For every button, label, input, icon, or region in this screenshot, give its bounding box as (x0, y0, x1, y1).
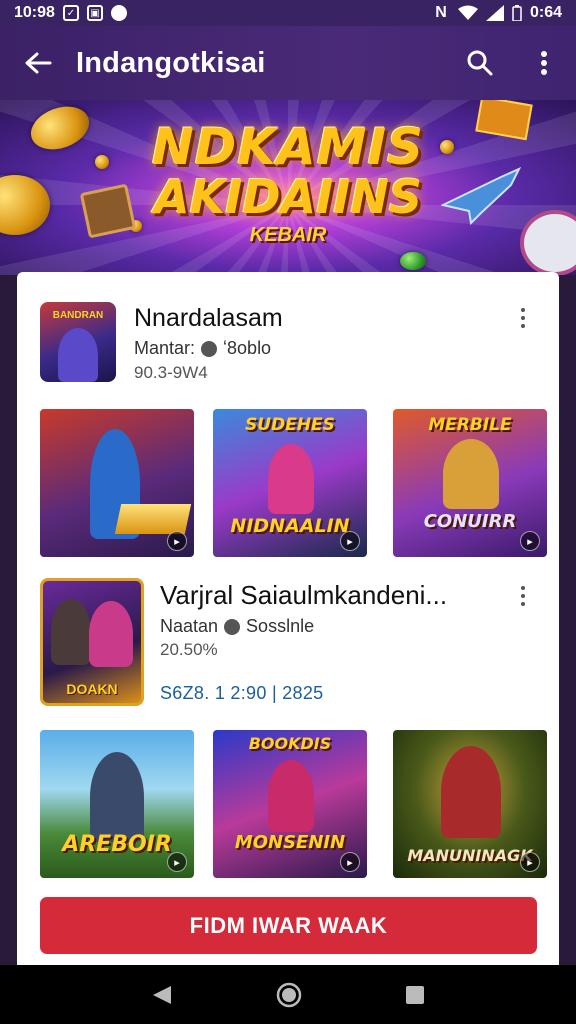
thumb-top-label: MERBILE (428, 415, 512, 435)
search-icon (467, 50, 493, 76)
character-figure (90, 752, 144, 842)
app-rating: Sosslnle (246, 616, 315, 636)
app-developer: Naatan Sosslnle (160, 616, 314, 637)
app-icon[interactable]: DOAKN (40, 578, 144, 706)
back-button[interactable] (0, 51, 76, 75)
play-badge-icon: ▸ (340, 531, 360, 551)
signal-icon (485, 5, 504, 21)
app-more-button[interactable] (513, 582, 533, 610)
rating-icon (224, 618, 241, 635)
page-title: Indangotkisai (76, 46, 266, 79)
app-rating: ʻ8oblo (223, 338, 272, 358)
install-button[interactable]: FIDM IWAR WAAK (40, 897, 537, 954)
app-size: 90.3-9W4 (134, 363, 208, 382)
gallery-icon: ▣ (86, 5, 103, 21)
promo-banner[interactable]: NDKAMIS AKIDAIINS KEBAIR (0, 100, 576, 275)
app-release-date: S6Z8. 1 2:90 | 2825 (160, 683, 324, 703)
battery-icon (512, 5, 522, 21)
thumb-top-label: BOOKDIS (248, 734, 332, 753)
status-bar: 10:98 ✓ ▣ N 0:64 (0, 0, 576, 26)
app-icon-label: DOAKN (66, 681, 118, 697)
app-title[interactable]: Varjral Saiaulmkandeni... (160, 580, 447, 611)
screenshot-thumb[interactable]: MANUNINAGK ▸ (393, 730, 547, 878)
app-developer-label: Mantar: (134, 338, 196, 358)
character-figure (441, 746, 501, 838)
rating-icon (201, 340, 218, 357)
coin-icon (400, 252, 426, 270)
more-vert-icon (541, 51, 547, 75)
app-developer: Mantar: ʻ8oblo (134, 338, 271, 359)
notification-icon: ✓ (62, 5, 79, 21)
play-badge-icon: ▸ (167, 531, 187, 551)
play-badge-icon: ▸ (520, 531, 540, 551)
play-badge-icon: ▸ (167, 852, 187, 872)
nfc-icon: N (435, 4, 447, 21)
nav-back-icon[interactable] (151, 984, 173, 1006)
nav-recents-icon[interactable] (405, 985, 425, 1005)
screenshot-thumb[interactable]: ▸ (40, 409, 194, 557)
screenshot-thumb[interactable]: SUDEHES NIDNAALIN ▸ (213, 409, 367, 557)
thumb-label: MONSENIN (234, 832, 346, 853)
app-size: 20.50% (160, 640, 218, 659)
system-nav-bar (0, 965, 576, 1024)
back-arrow-icon (25, 52, 52, 74)
search-button[interactable] (448, 49, 512, 77)
screenshot-thumb[interactable]: AREBOIR ▸ (40, 730, 194, 878)
app-more-button[interactable] (513, 304, 533, 332)
play-badge-icon: ▸ (520, 852, 540, 872)
thumb-label: CONUIRR (423, 511, 517, 532)
app-icon[interactable]: BANDRAN (40, 302, 116, 382)
nav-home-icon[interactable] (276, 982, 302, 1008)
app-icon-character (89, 601, 133, 667)
app-icon-character (51, 599, 91, 665)
banner-subtitle: KEBAIR (249, 224, 327, 246)
banner-title-line1: NDKAMIS (151, 118, 425, 176)
more-options-button[interactable] (512, 50, 576, 76)
battery-percent: 0:64 (529, 4, 562, 21)
app-notification-icon (110, 5, 127, 21)
screenshot-thumb[interactable]: MERBILE CONUIRR ▸ (393, 409, 547, 557)
status-time: 10:98 (14, 4, 55, 21)
app-list-card: BANDRAN Nnardalasam Mantar: ʻ8oblo 90.3-… (17, 272, 559, 965)
screenshot-thumb[interactable]: BOOKDIS MONSENIN ▸ (213, 730, 367, 878)
character-figure (268, 444, 314, 514)
app-developer-label: Naatan (160, 616, 219, 636)
character-figure (268, 760, 314, 832)
character-figure (443, 439, 499, 509)
app-icon-label: BANDRAN (52, 310, 104, 321)
app-bar: Indangotkisai (0, 26, 576, 100)
wifi-icon (457, 5, 478, 20)
banner-title-line2: AKIDAIINS (153, 170, 422, 224)
app-title[interactable]: Nnardalasam (134, 304, 283, 333)
gold-bar-icon (114, 504, 192, 534)
play-badge-icon: ▸ (340, 852, 360, 872)
app-icon-character (58, 328, 98, 382)
thumb-top-label: SUDEHES (245, 415, 335, 435)
